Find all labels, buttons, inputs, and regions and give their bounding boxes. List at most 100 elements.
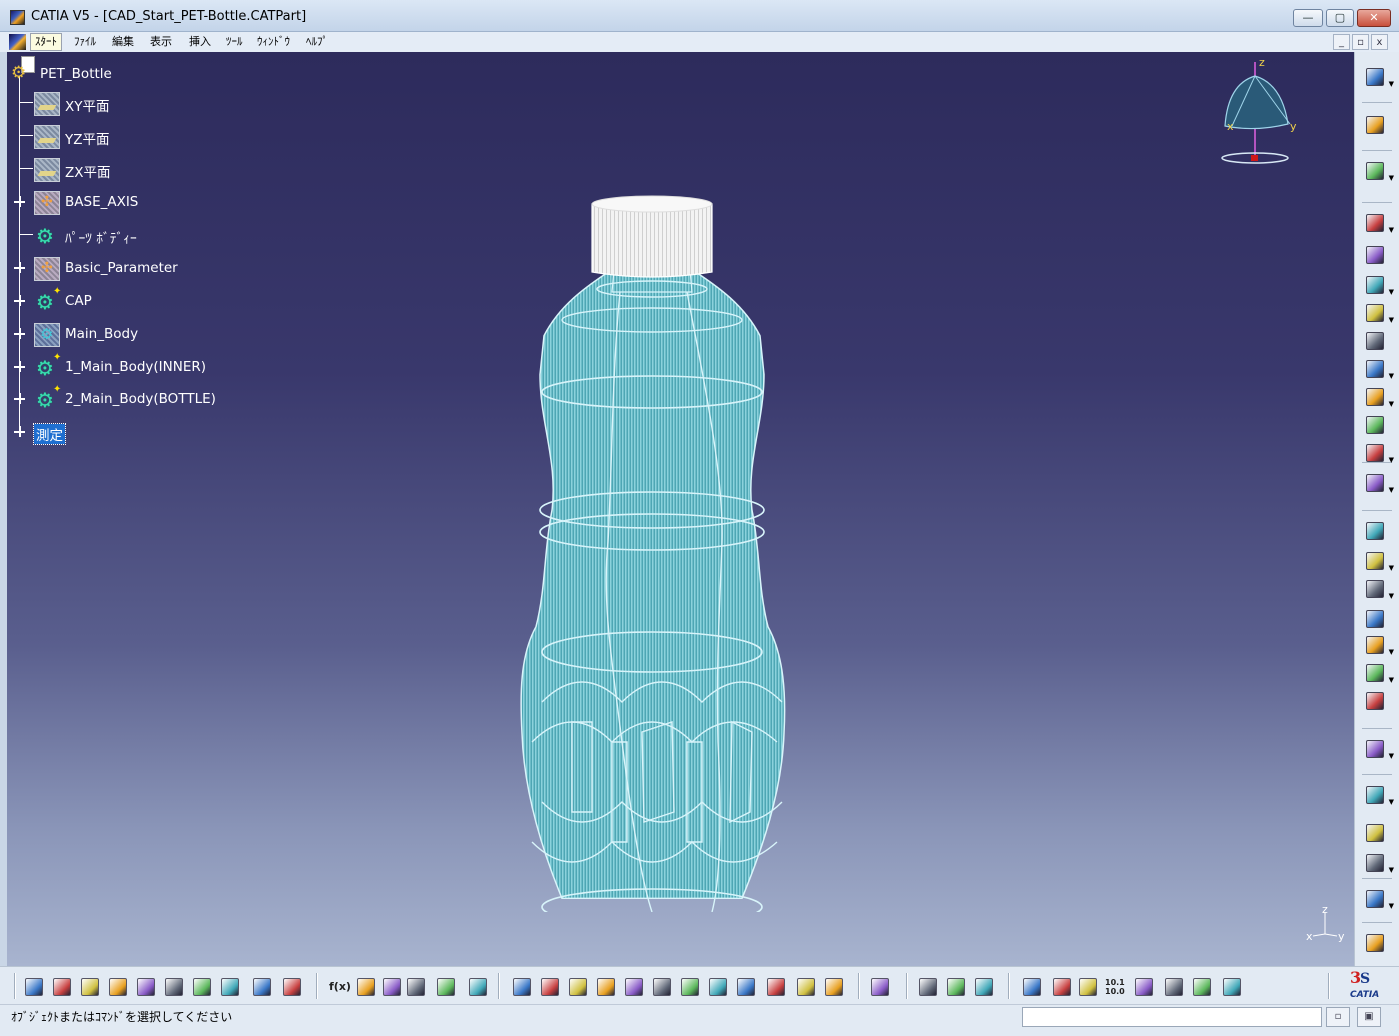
menu-window[interactable]: ｳｨﾝﾄﾞｳ	[253, 34, 294, 50]
whats-this-icon[interactable]	[280, 975, 304, 999]
formula-icon[interactable]: f(x)	[326, 975, 351, 999]
tree-item-part-body[interactable]: ⚙ ﾊﾟｰﾂ ﾎﾞﾃﾞｨｰ	[7, 224, 227, 247]
fly-mode-icon[interactable]	[510, 975, 534, 999]
maximize-button[interactable]: ▢	[1326, 9, 1354, 27]
analysis-icon[interactable]	[1162, 975, 1186, 999]
swap-space-icon[interactable]	[822, 975, 846, 999]
multi-view-icon[interactable]	[706, 975, 730, 999]
pan-icon[interactable]	[566, 975, 590, 999]
chamfer-icon[interactable]: ▼	[1364, 550, 1394, 572]
menu-insert[interactable]: 挿入	[185, 34, 215, 50]
layer-icon[interactable]	[1220, 975, 1244, 999]
link-icon[interactable]	[380, 975, 404, 999]
mirror-icon[interactable]	[1364, 822, 1388, 844]
expand-icon[interactable]	[14, 361, 25, 372]
tree-item-main-body-bottle[interactable]: ⚙ ✦ 2_Main_Body(BOTTLE)	[7, 384, 247, 410]
fit-all-icon[interactable]	[538, 975, 562, 999]
power-input-field[interactable]	[1022, 1007, 1322, 1027]
pad-icon[interactable]: ▼	[1364, 212, 1394, 234]
paste-icon[interactable]	[190, 975, 214, 999]
zoom-out-icon[interactable]	[650, 975, 674, 999]
undo-icon[interactable]	[218, 975, 242, 999]
rectangular-pattern-icon[interactable]	[1364, 690, 1388, 712]
status-button-2[interactable]: ▣	[1357, 1007, 1381, 1027]
iso-view-icon[interactable]	[734, 975, 758, 999]
normal-view-icon[interactable]	[678, 975, 702, 999]
tree-item-xy-plane[interactable]: XY平面	[7, 92, 207, 116]
slot-icon[interactable]: ▼	[1364, 386, 1394, 408]
menu-file[interactable]: ﾌｧｲﾙ	[70, 34, 100, 50]
parameters-icon[interactable]	[1190, 975, 1214, 999]
tree-item-zx-plane[interactable]: ZX平面	[7, 158, 207, 182]
update-icon[interactable]	[1020, 975, 1044, 999]
redo-icon[interactable]	[250, 975, 274, 999]
draft-icon[interactable]: ▼	[1364, 578, 1394, 600]
removed-multi-section-icon[interactable]: ▼	[1364, 472, 1394, 494]
pocket-icon[interactable]	[1364, 244, 1388, 266]
menu-start[interactable]: ｽﾀｰﾄ	[30, 33, 62, 51]
minimize-button[interactable]: —	[1293, 9, 1323, 27]
3d-viewport[interactable]: ⚙ PET_Bottle XY平面 YZ平面 ZX平面 ✣ BASE_AXIS …	[7, 52, 1354, 966]
capture-icon[interactable]	[868, 975, 892, 999]
expand-icon[interactable]	[14, 426, 25, 437]
table-icon[interactable]	[404, 975, 428, 999]
sketch-icon[interactable]: ▼	[1364, 160, 1394, 182]
tree-item-cap[interactable]: ⚙ ✦ CAP	[7, 286, 227, 312]
rotate-icon[interactable]	[594, 975, 618, 999]
tree-item-yz-plane[interactable]: YZ平面	[7, 125, 207, 149]
axis-system-icon[interactable]	[1076, 975, 1100, 999]
multi-section-solid-icon[interactable]: ▼	[1364, 442, 1394, 464]
tree-item-basic-parameter[interactable]: Basic_Parameter	[7, 257, 227, 281]
expand-icon[interactable]	[14, 295, 25, 306]
open-icon[interactable]	[50, 975, 74, 999]
constraint-icon[interactable]: ▼	[1364, 852, 1394, 874]
tree-root-item[interactable]: ⚙ PET_Bottle	[7, 56, 207, 83]
measure-inertia-icon[interactable]	[972, 975, 996, 999]
copy-icon[interactable]	[162, 975, 186, 999]
shaft-icon[interactable]: ▼	[1364, 274, 1394, 296]
edge-fillet-icon[interactable]	[1364, 520, 1388, 542]
shading-icon[interactable]	[764, 975, 788, 999]
groove-icon[interactable]: ▼	[1364, 302, 1394, 324]
hide-show-icon[interactable]	[794, 975, 818, 999]
catia-app-icon[interactable]	[10, 10, 25, 25]
expand-icon[interactable]	[14, 262, 25, 273]
shell-icon[interactable]	[1364, 608, 1388, 630]
menu-edit[interactable]: 編集	[108, 34, 138, 50]
tree-item-main-body[interactable]: Main_Body	[7, 323, 227, 347]
hole-icon[interactable]	[1364, 330, 1388, 352]
thread-icon[interactable]: ▼	[1364, 634, 1394, 656]
expand-icon[interactable]	[14, 196, 25, 207]
new-icon[interactable]	[22, 975, 46, 999]
doc-restore-button[interactable]: ▫	[1352, 34, 1369, 50]
pet-bottle-model[interactable]	[502, 142, 802, 912]
stiffener-icon[interactable]	[1364, 414, 1388, 436]
doc-close-button[interactable]: x	[1371, 34, 1388, 50]
document-icon[interactable]	[9, 34, 26, 50]
units-icon[interactable]: 10.1 10.0	[1102, 975, 1126, 999]
remove-face-icon[interactable]: ▼	[1364, 662, 1394, 684]
tree-item-base-axis[interactable]: BASE_AXIS	[7, 191, 227, 215]
transformation-icon[interactable]: ▼	[1364, 784, 1394, 806]
print-icon[interactable]	[106, 975, 130, 999]
cut-icon[interactable]	[134, 975, 158, 999]
menu-view[interactable]: 表示	[146, 34, 176, 50]
save-icon[interactable]	[78, 975, 102, 999]
menu-tools[interactable]: ﾂｰﾙ	[222, 34, 247, 50]
compass-handle[interactable]	[1251, 155, 1258, 161]
select-arrow-icon[interactable]	[1364, 114, 1388, 136]
status-button-1[interactable]: ▫	[1326, 1007, 1350, 1027]
apply-material-icon[interactable]	[1050, 975, 1074, 999]
lock-icon[interactable]	[434, 975, 458, 999]
tree-item-main-body-inner[interactable]: ⚙ ✦ 1_Main_Body(INNER)	[7, 352, 247, 378]
boolean-icon[interactable]: ▼	[1364, 738, 1394, 760]
measure-between-icon[interactable]	[916, 975, 940, 999]
tree-item-measure[interactable]: 測定	[7, 421, 127, 445]
close-button[interactable]: ✕	[1357, 9, 1391, 27]
expand-icon[interactable]	[14, 328, 25, 339]
expand-icon[interactable]	[14, 393, 25, 404]
3d-compass[interactable]: z x y	[1210, 54, 1300, 169]
3d-compass-icon[interactable]	[1132, 975, 1156, 999]
measure-item-icon[interactable]	[944, 975, 968, 999]
zoom-in-icon[interactable]	[622, 975, 646, 999]
